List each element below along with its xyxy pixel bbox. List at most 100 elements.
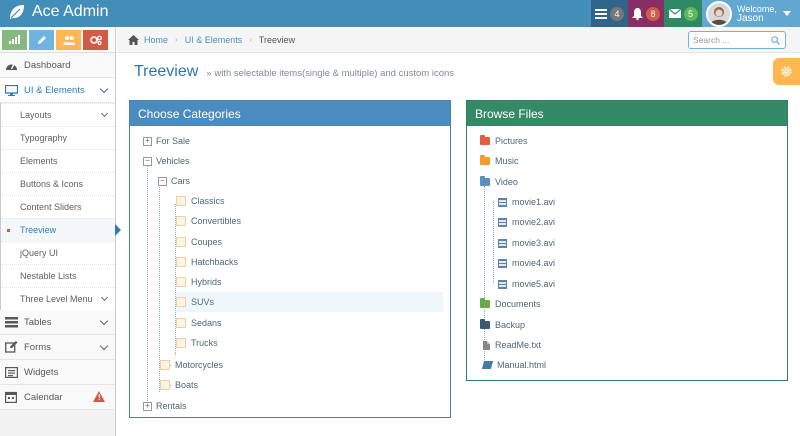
users-icon: [62, 35, 75, 45]
submenu-item-label: Layouts: [20, 110, 52, 120]
tree-item-label: Vehicles: [156, 156, 190, 166]
checkbox[interactable]: [176, 237, 186, 247]
tree-item-label: SUVs: [191, 297, 215, 307]
sidebar-item-widgets[interactable]: Widgets: [0, 360, 115, 385]
tree-item-cars[interactable]: − Cars: [158, 171, 443, 191]
checkbox[interactable]: [176, 277, 186, 287]
shortcut-stats-button[interactable]: [2, 29, 27, 50]
list-icon: [4, 315, 18, 329]
checkbox[interactable]: [176, 318, 186, 328]
sidebar-item-calendar[interactable]: Calendar !: [0, 385, 115, 410]
tree-folder-documents[interactable]: Documents: [480, 294, 780, 314]
breadcrumb-separator-icon: ›: [175, 35, 178, 44]
calendar-icon: [4, 390, 18, 404]
film-icon: [498, 238, 507, 248]
tree-folder-backup[interactable]: Backup: [480, 315, 780, 335]
tree-file-movie4[interactable]: movie4.avi: [498, 253, 780, 273]
list-alt-icon: [4, 365, 18, 379]
tree-item-hybrids[interactable]: Hybrids: [176, 272, 443, 292]
checkbox[interactable]: [176, 196, 186, 206]
breadcrumb-section-link[interactable]: UI & Elements: [185, 35, 243, 45]
tree-item-rentals[interactable]: + Rentals: [143, 396, 443, 416]
tree-item-trucks[interactable]: Trucks: [176, 333, 443, 353]
submenu-item-jquery-ui[interactable]: jQuery UI: [1, 241, 115, 264]
folder-open-icon: [480, 176, 490, 186]
messages-button[interactable]: 5: [664, 0, 702, 27]
tree-folder-music[interactable]: Music: [480, 151, 780, 171]
tree-file-readme[interactable]: ReadMe.txt: [483, 335, 780, 355]
checkbox[interactable]: [160, 360, 170, 370]
sidebar-item-dashboard[interactable]: Dashboard: [0, 53, 115, 78]
submenu-item-nestable-lists[interactable]: Nestable Lists: [1, 264, 115, 287]
tree-item-label: movie2.avi: [512, 217, 556, 227]
tree-item-convertibles[interactable]: Convertibles: [176, 211, 443, 231]
browse-files-widget: Browse Files Pictures Music Video movie1…: [466, 100, 788, 381]
submenu-item-elements[interactable]: Elements: [1, 149, 115, 172]
submenu-item-content-sliders[interactable]: Content Sliders: [1, 195, 115, 218]
checkbox[interactable]: [176, 257, 186, 267]
tree-file-manual[interactable]: Manual.html: [481, 355, 780, 375]
search-input[interactable]: [693, 35, 769, 45]
tasks-button[interactable]: 4: [591, 0, 628, 27]
brand[interactable]: Ace Admin: [8, 3, 108, 21]
shortcut-users-button[interactable]: [56, 29, 81, 50]
sidebar-item-ui-elements[interactable]: UI & Elements: [0, 78, 115, 103]
search-box: [688, 31, 786, 49]
checkbox[interactable]: [160, 380, 170, 390]
tree-item-coupes[interactable]: Coupes: [176, 232, 443, 252]
sidebar-item-tables[interactable]: Tables: [0, 310, 115, 335]
breadcrumb-home-link[interactable]: Home: [144, 35, 168, 45]
tree-item-motorcycles[interactable]: Motorcycles: [160, 355, 443, 375]
file-text-icon: [483, 340, 490, 350]
user-name: Jason: [737, 12, 764, 24]
user-menu[interactable]: Welcome, Jason: [702, 0, 800, 27]
expand-icon[interactable]: +: [143, 136, 152, 146]
tree-folder-video[interactable]: Video: [480, 172, 780, 192]
notifications-button[interactable]: 8: [628, 0, 664, 27]
search-icon: [771, 36, 780, 45]
chevron-down-icon: [99, 84, 109, 94]
tree-item-label: Hatchbacks: [191, 257, 239, 267]
submenu-item-typography[interactable]: Typography: [1, 126, 115, 149]
tree-item-boats[interactable]: Boats: [160, 375, 443, 395]
submenu-item-buttons-icons[interactable]: Buttons & Icons: [1, 172, 115, 195]
tree-item-label: Convertibles: [191, 216, 242, 226]
collapse-icon[interactable]: −: [143, 156, 152, 166]
edit-icon: [4, 340, 18, 354]
checkbox[interactable]: [176, 297, 186, 307]
tree-item-sedans[interactable]: Sedans: [176, 313, 443, 333]
tree-file-movie2[interactable]: movie2.avi: [498, 212, 780, 232]
envelope-icon: [668, 9, 681, 18]
film-icon: [498, 279, 507, 289]
tree-item-vehicles[interactable]: − Vehicles: [143, 151, 443, 171]
tree-file-movie1[interactable]: movie1.avi: [498, 192, 780, 212]
collapse-icon[interactable]: −: [158, 176, 167, 186]
tree-item-hatchbacks[interactable]: Hatchbacks: [176, 252, 443, 272]
tree-file-movie5[interactable]: movie5.avi: [498, 274, 780, 294]
expand-icon[interactable]: +: [143, 401, 152, 411]
settings-button[interactable]: [773, 58, 800, 85]
submenu-item-three-level-menu[interactable]: Three Level Menu: [1, 287, 115, 310]
tree-item-suvs[interactable]: SUVs: [176, 292, 443, 312]
checkbox[interactable]: [176, 216, 186, 226]
submenu-item-layouts[interactable]: Layouts: [1, 103, 115, 126]
tree-item-for-sale[interactable]: + For Sale: [143, 131, 443, 151]
sidebar-item-forms[interactable]: Forms: [0, 335, 115, 360]
shortcut-settings-button[interactable]: [83, 29, 108, 50]
widget-title: Choose Categories: [138, 106, 241, 121]
tree-item-label: Cars: [171, 176, 191, 186]
checkbox[interactable]: [176, 338, 186, 348]
film-icon: [498, 197, 507, 207]
submenu-item-label: Typography: [20, 133, 68, 143]
tree-item-label: movie1.avi: [512, 197, 556, 207]
notifications-badge: 8: [646, 6, 660, 21]
tachometer-icon: [4, 58, 18, 72]
tree-item-label: Video: [495, 177, 518, 187]
tree-item-classics[interactable]: Classics: [176, 191, 443, 211]
tree-file-movie3[interactable]: movie3.avi: [498, 233, 780, 253]
shortcut-edit-button[interactable]: [29, 29, 54, 50]
submenu-item-treeview[interactable]: Treeview: [1, 218, 121, 241]
submenu-item-label: Nestable Lists: [20, 271, 77, 281]
tree-folder-pictures[interactable]: Pictures: [480, 131, 780, 151]
sidebar-item-label: Calendar: [24, 391, 63, 403]
